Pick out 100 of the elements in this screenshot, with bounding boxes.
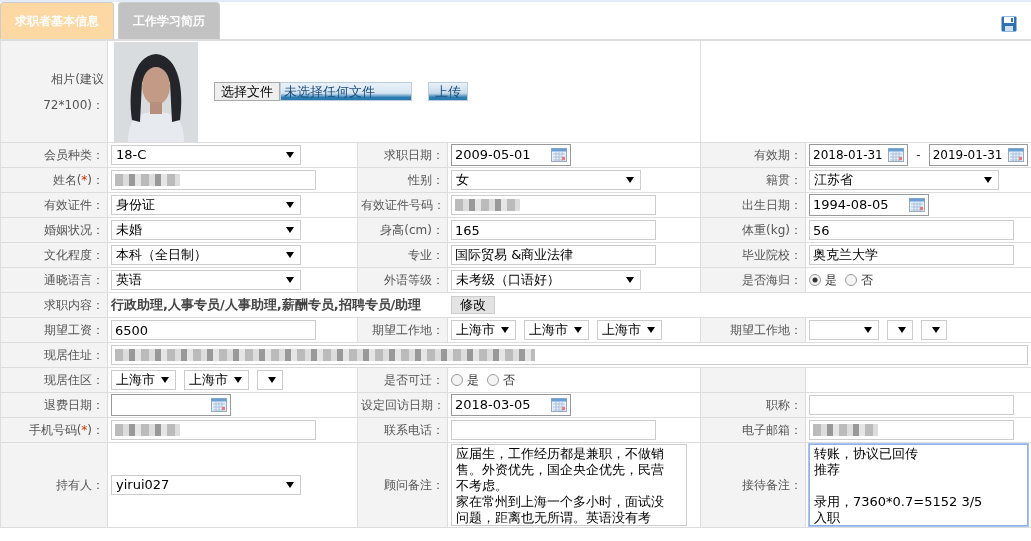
caret-icon — [286, 482, 294, 488]
field-label: 身高(cm)： — [380, 222, 444, 237]
field-label: 婚姻状况： — [44, 222, 104, 237]
caret-icon — [626, 177, 634, 183]
note-text: 转账，协议已回传 — [814, 446, 919, 462]
caret-icon — [501, 327, 509, 333]
field-label: 是否可迁： — [384, 372, 444, 387]
edit-button[interactable]: 修改 — [451, 296, 496, 314]
field-label: 有效证件： — [44, 197, 104, 212]
upload-button[interactable]: 上传 — [428, 81, 468, 102]
dropdown[interactable] — [887, 320, 913, 340]
dropdown[interactable]: 江苏省 — [809, 170, 999, 190]
notes-field[interactable]: 转账，协议已回传 推荐 录用，7360*0.7=5152 3/5 入职 — [809, 444, 1028, 526]
input-field[interactable]: 165 — [451, 220, 656, 240]
dropdown[interactable]: 18-C — [111, 145, 301, 165]
caret-icon — [161, 377, 169, 383]
dropdown[interactable]: 女 — [451, 170, 641, 190]
note-text: 应届生，工作经历都是兼职，不做销售。外资优先，国企央企优先，民营不考虑。 — [456, 446, 664, 494]
input-field[interactable] — [451, 420, 656, 440]
input-field[interactable] — [111, 345, 1028, 365]
caret-icon — [984, 177, 992, 183]
dropdown[interactable]: 本科（全日制） — [111, 245, 301, 265]
date-field[interactable]: 2018-01-31 — [809, 144, 909, 166]
dropdown[interactable]: 上海市 — [524, 320, 589, 340]
dropdown[interactable] — [257, 370, 283, 390]
date-field[interactable]: 1994-08-05 — [809, 194, 929, 216]
notes-field[interactable]: 应届生，工作经历都是兼职，不做销售。外资优先，国企央企优先，民营不考虑。 家在常州到上海一个多小时，面试没问题，距离也无所谓。英语没有考 — [451, 444, 687, 526]
field-label: 求职内容： — [44, 297, 104, 312]
dropdown[interactable]: yirui027 — [111, 475, 301, 495]
field-label: 通晓语言： — [44, 272, 104, 287]
radio-icon[interactable] — [487, 374, 499, 386]
input-field[interactable] — [809, 395, 1014, 415]
dropdown[interactable]: 未婚 — [111, 220, 301, 240]
file-status: 未选择任何文件 — [280, 81, 412, 102]
field-label: 期望工资： — [44, 322, 104, 337]
calendar-icon[interactable] — [211, 398, 227, 412]
field-label: 退费日期： — [44, 397, 104, 412]
note-text: 入职 — [814, 510, 841, 525]
dropdown[interactable]: 上海市 — [451, 320, 516, 340]
radio-icon[interactable] — [809, 274, 821, 286]
date-field[interactable]: 2019-01-31 — [928, 144, 1028, 166]
calendar-icon[interactable] — [1008, 148, 1024, 162]
dropdown[interactable]: 上海市 — [184, 370, 249, 390]
calendar-icon[interactable] — [909, 198, 925, 212]
field-label: 求职日期： — [384, 147, 444, 162]
dropdown[interactable]: 英语 — [111, 270, 301, 290]
save-icon[interactable] — [1001, 16, 1017, 32]
calendar-icon[interactable] — [551, 148, 567, 162]
dropdown[interactable] — [921, 320, 947, 340]
field-label: 接待备注： — [742, 477, 802, 492]
choose-file-button[interactable]: 选择文件 — [214, 81, 280, 102]
caret-icon — [286, 152, 294, 158]
input-field[interactable]: 奥克兰大学 — [809, 245, 1014, 265]
field-label: 毕业院校： — [742, 247, 802, 262]
field-label: 现居住区： — [44, 372, 104, 387]
job-intent-text: 行政助理,人事专员/人事助理,薪酬专员,招聘专员/助理 — [111, 297, 422, 313]
field-label: 专业： — [408, 247, 444, 262]
date-field[interactable] — [111, 394, 231, 416]
field-label: 相片(建议72*100)： — [42, 70, 104, 114]
field-label: 有效期： — [754, 147, 802, 162]
radio-label: 否 — [503, 372, 515, 388]
radio-label: 是 — [467, 372, 479, 388]
calendar-icon[interactable] — [551, 398, 567, 412]
dropdown[interactable]: 身份证 — [111, 195, 301, 215]
input-field[interactable]: 6500 — [111, 320, 316, 340]
input-field[interactable]: 56 — [809, 220, 1014, 240]
caret-icon — [286, 252, 294, 258]
field-label: 是否海归： — [742, 272, 802, 287]
input-field[interactable] — [111, 420, 316, 440]
caret-icon — [932, 327, 940, 333]
input-field[interactable] — [111, 170, 316, 190]
range-separator: - — [916, 147, 921, 163]
field-label: 性别： — [408, 172, 444, 187]
caret-icon — [626, 277, 634, 283]
field-label: 籍贯： — [766, 172, 802, 187]
field-label: 有效证件号码： — [361, 197, 445, 212]
note-text: 家在常州到上海一个多小时，面试没问题，距离也无所谓。英语没有考 — [456, 494, 664, 525]
caret-icon — [286, 277, 294, 283]
caret-icon — [864, 327, 872, 333]
radio-icon[interactable] — [451, 374, 463, 386]
field-label: 联系电话： — [384, 422, 444, 437]
dropdown[interactable]: 未考级（口语好） — [451, 270, 641, 290]
dropdown[interactable]: 上海市 — [597, 320, 662, 340]
radio-label: 否 — [861, 272, 873, 288]
field-label: 出生日期： — [742, 197, 802, 212]
caret-icon — [234, 377, 242, 383]
dropdown[interactable]: 上海市 — [111, 370, 176, 390]
field-label: 姓名(*)： — [52, 172, 104, 187]
caret-icon — [286, 227, 294, 233]
calendar-icon[interactable] — [888, 148, 905, 162]
date-field[interactable]: 2009-05-01 — [451, 144, 571, 166]
field-label: 期望工作地： — [730, 322, 802, 337]
input-field[interactable] — [451, 195, 656, 215]
caret-icon — [898, 327, 906, 333]
field-label: 现居住址： — [44, 347, 104, 362]
date-field[interactable]: 2018-03-05 — [451, 394, 571, 416]
field-label: 体重(kg)： — [742, 222, 802, 237]
input-field[interactable] — [809, 420, 1014, 440]
input-field[interactable]: 国际贸易 &商业法律 — [451, 245, 656, 265]
radio-icon[interactable] — [845, 274, 857, 286]
